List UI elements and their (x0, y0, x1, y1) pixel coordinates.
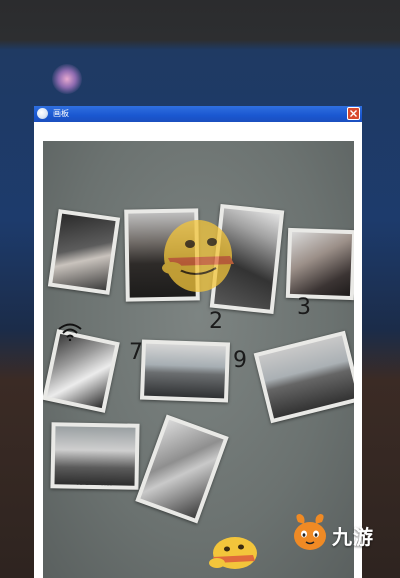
close-button[interactable] (347, 107, 360, 120)
photo-4 (285, 227, 354, 301)
photo-sign-text: JEREMY RULES (76, 480, 113, 488)
desktop-icon-blur (52, 64, 82, 94)
close-icon (350, 110, 357, 117)
photo-5 (43, 329, 120, 413)
photo-8: JEREMY RULES (50, 422, 140, 490)
duck-sticker-bottom-icon (209, 537, 257, 569)
jiuyou-logo-icon (294, 514, 326, 550)
number-9: 9 (233, 348, 247, 373)
number-7: 7 (129, 340, 143, 365)
drawing-board-window: 画板 JEREMY RULES 2 3 7 9 (34, 106, 362, 578)
photo-6 (139, 339, 231, 403)
app-icon (37, 108, 48, 119)
window-titlebar[interactable]: 画板 (34, 106, 362, 122)
duck-sticker-icon (162, 220, 234, 292)
jiuyou-brand-text: 九游 (332, 525, 374, 549)
photo-9 (135, 414, 229, 524)
window-title: 画板 (53, 109, 69, 118)
number-2: 2 (209, 309, 223, 334)
number-3: 3 (297, 295, 311, 320)
photo-7 (253, 330, 354, 424)
photo-1 (47, 209, 121, 295)
wifi-icon (58, 323, 82, 341)
jiuyou-watermark: 九游 (290, 512, 386, 552)
